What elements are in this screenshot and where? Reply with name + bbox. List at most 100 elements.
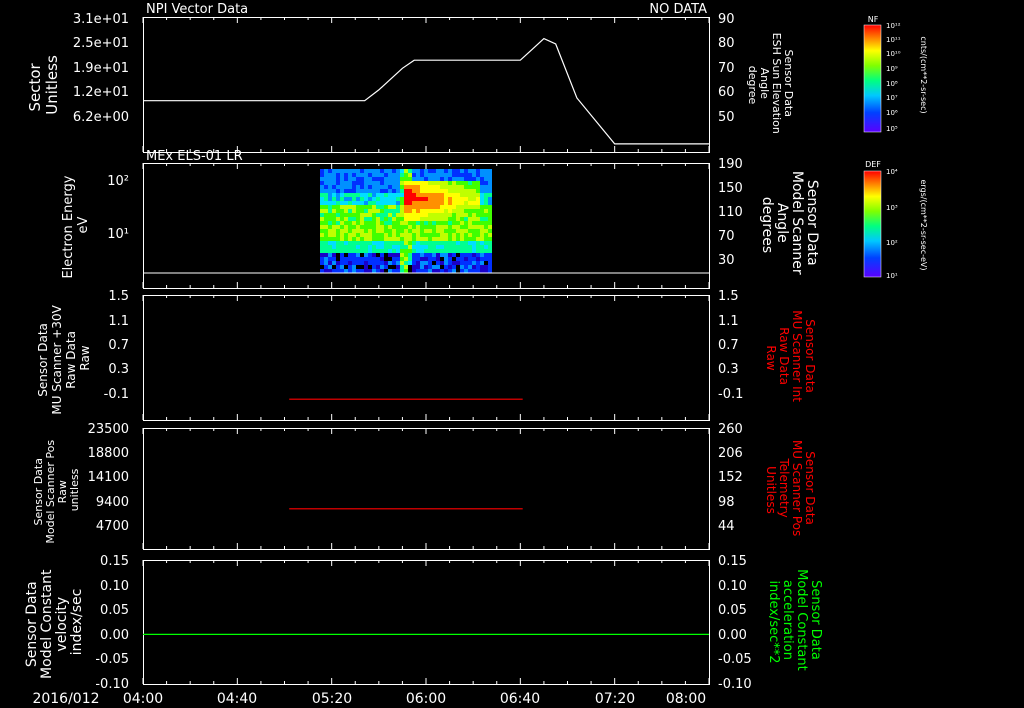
spectrogram-cell bbox=[368, 197, 372, 201]
spectrogram-cell bbox=[484, 221, 488, 225]
spectrogram-cell bbox=[440, 225, 444, 229]
spectrogram-cell bbox=[432, 245, 436, 249]
spectrogram-cell bbox=[448, 173, 452, 177]
spectrogram-cell bbox=[332, 241, 336, 245]
spectrogram-cell bbox=[344, 205, 348, 209]
p3-right-axis-title-line: Raw Data bbox=[777, 327, 791, 385]
spectrogram-cell bbox=[424, 221, 428, 225]
spectrogram-cell bbox=[468, 189, 472, 193]
p3-left-axis-title-line: Raw Data bbox=[64, 331, 78, 389]
spectrogram-cell bbox=[428, 169, 432, 173]
panel-frames bbox=[143, 17, 710, 685]
spectrogram-cell bbox=[484, 233, 488, 237]
spectrogram-cell bbox=[416, 229, 420, 233]
spectrogram-cell bbox=[460, 253, 464, 257]
spectrogram-cell bbox=[356, 169, 360, 173]
spectrogram-cell bbox=[396, 229, 400, 233]
p5-left-axis-title-line: Sensor Data bbox=[24, 581, 40, 667]
spectrogram-cell bbox=[468, 173, 472, 177]
spectrogram-cell bbox=[352, 193, 356, 197]
spectrogram-cell bbox=[320, 181, 324, 185]
spectrogram-cell bbox=[408, 249, 412, 253]
spectrogram-cell bbox=[360, 189, 364, 193]
spectrogram-cell bbox=[464, 213, 468, 217]
spectrogram-cell bbox=[396, 245, 400, 249]
spectrogram-cell bbox=[456, 181, 460, 185]
spectrogram-cell bbox=[464, 229, 468, 233]
spectrogram-cell bbox=[364, 173, 368, 177]
spectrogram-cell bbox=[360, 245, 364, 249]
spectrogram-cell bbox=[372, 253, 376, 257]
spectrogram-cell bbox=[428, 249, 432, 253]
spectrogram-cell bbox=[392, 209, 396, 213]
spectrogram-cell bbox=[420, 217, 424, 221]
p5-left-axis-title-line: index/sec bbox=[69, 589, 85, 656]
p3-ytick-right: 0.7 bbox=[718, 338, 739, 353]
spectrogram-cell bbox=[480, 209, 484, 213]
spectrogram-cell bbox=[420, 205, 424, 209]
spectrogram-cell bbox=[436, 257, 440, 261]
spectrogram-cell bbox=[464, 237, 468, 241]
spectrogram-cell bbox=[448, 197, 452, 201]
spectrogram-cell bbox=[408, 245, 412, 249]
spectrogram-cell bbox=[444, 201, 448, 205]
spectrogram-cell bbox=[396, 225, 400, 229]
p4-ytick-right: 152 bbox=[718, 470, 743, 485]
spectrogram-cell bbox=[332, 185, 336, 189]
spectrogram-cell bbox=[472, 269, 476, 273]
spectrogram-cell bbox=[452, 221, 456, 225]
spectrogram-cell bbox=[396, 249, 400, 253]
spectrogram-cell bbox=[432, 185, 436, 189]
spectrogram-cell bbox=[444, 213, 448, 217]
spectrogram-cell bbox=[428, 221, 432, 225]
spectrogram-cell bbox=[408, 189, 412, 193]
spectrogram-cell bbox=[436, 261, 440, 265]
spectrogram-cell bbox=[320, 249, 324, 253]
spectrogram-cell bbox=[320, 245, 324, 249]
spectrogram-cell bbox=[488, 233, 492, 237]
spectrogram-cell bbox=[436, 189, 440, 193]
spectrogram-cell bbox=[448, 189, 452, 193]
colorbar-tick: 10⁷ bbox=[886, 94, 898, 102]
spectrogram-cell bbox=[396, 233, 400, 237]
spectrogram-cell bbox=[464, 173, 468, 177]
p4-right-axis-title-line: Telemetry bbox=[777, 457, 791, 517]
spectrogram-cell bbox=[372, 269, 376, 273]
spectrogram-cell bbox=[468, 205, 472, 209]
spectrogram-cell bbox=[360, 177, 364, 181]
p3-ytick-right: 0.3 bbox=[718, 362, 739, 377]
spectrogram-cell bbox=[348, 253, 352, 257]
p4-ytick-right: 206 bbox=[718, 446, 743, 461]
spectrogram-cell bbox=[320, 269, 324, 273]
spectrogram-cell bbox=[408, 185, 412, 189]
spectrogram-cell bbox=[468, 229, 472, 233]
spectrogram-cell bbox=[404, 261, 408, 265]
spectrogram-cell bbox=[472, 229, 476, 233]
spectrogram-cell bbox=[428, 205, 432, 209]
p5-ytick-left: 0.10 bbox=[100, 579, 129, 594]
spectrogram-cell bbox=[412, 213, 416, 217]
spectrogram-cell bbox=[352, 261, 356, 265]
spectrogram-cell bbox=[428, 193, 432, 197]
spectrogram-cell bbox=[452, 177, 456, 181]
p2-left-axis-title-line: Electron Energy bbox=[61, 175, 76, 278]
p3-right-axis-title-line: MU Scanner Int bbox=[790, 310, 804, 402]
spectrogram-cell bbox=[424, 225, 428, 229]
p5-ytick-right: 0.15 bbox=[718, 554, 747, 569]
spectrogram-cell bbox=[464, 221, 468, 225]
spectrogram-cell bbox=[340, 237, 344, 241]
spectrogram-cell bbox=[420, 241, 424, 245]
spectrogram-cell bbox=[344, 221, 348, 225]
spectrogram-cell bbox=[408, 241, 412, 245]
spectrogram-cell bbox=[380, 241, 384, 245]
spectrogram-cell bbox=[404, 257, 408, 261]
spectrogram-cell bbox=[468, 241, 472, 245]
spectrogram-cell bbox=[396, 185, 400, 189]
spectrogram-cell bbox=[464, 181, 468, 185]
spectrogram-cell bbox=[472, 181, 476, 185]
spectrogram-cell bbox=[476, 261, 480, 265]
spectrogram-cell bbox=[364, 233, 368, 237]
spectrogram-cell bbox=[360, 233, 364, 237]
spectrogram-cell bbox=[448, 265, 452, 269]
spectrogram-cell bbox=[372, 177, 376, 181]
